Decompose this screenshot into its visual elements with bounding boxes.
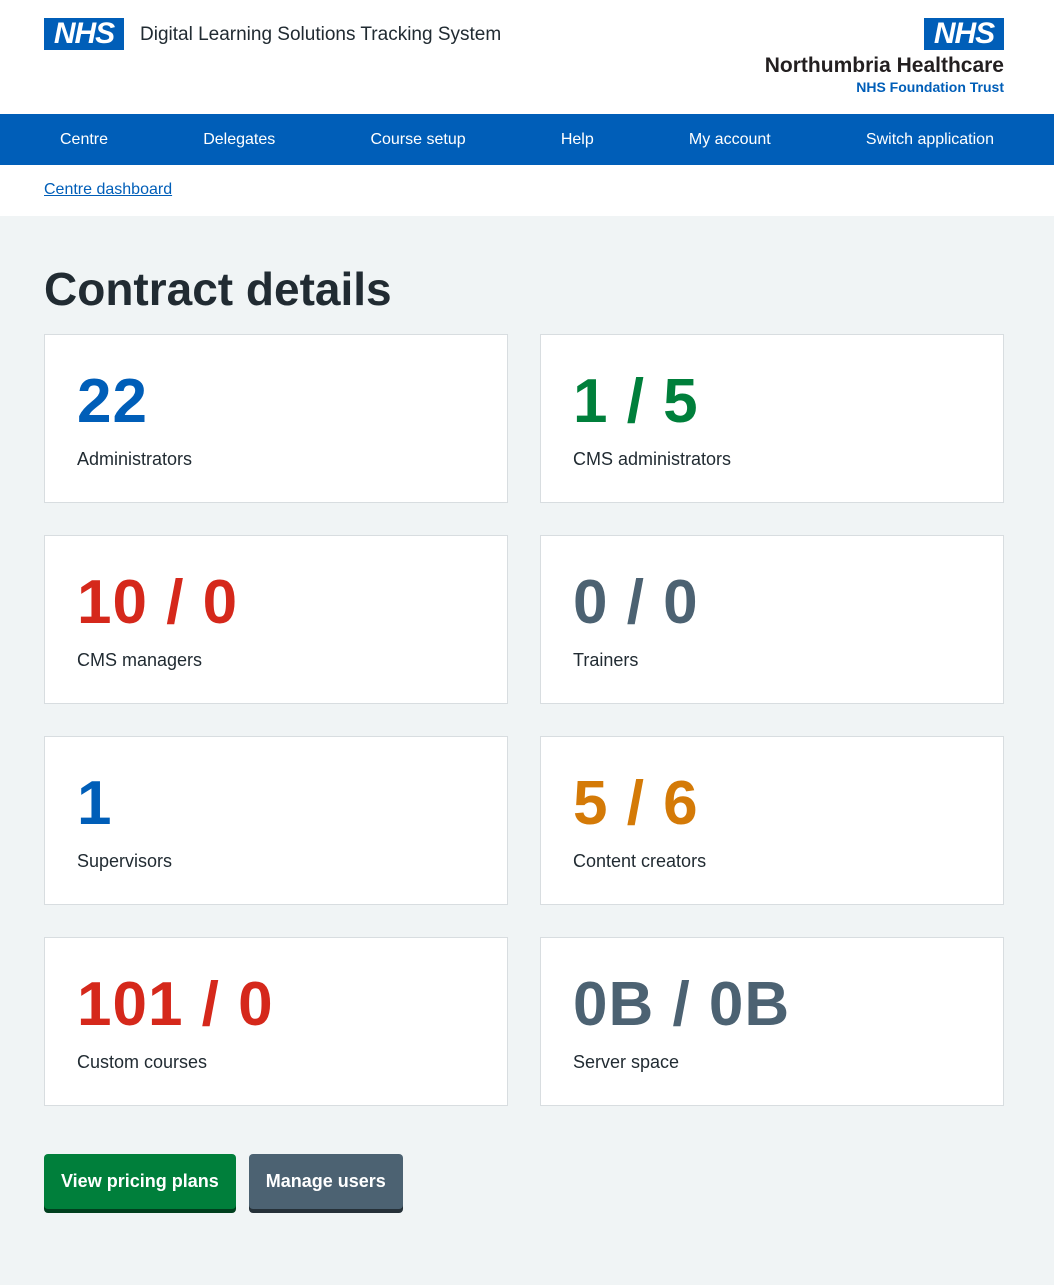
manage-users-button[interactable]: Manage users (248, 1154, 403, 1209)
card-label: Server space (573, 1052, 680, 1072)
main-content: Contract details 22 Administrators 1 / 5… (0, 266, 1054, 1209)
card-label: CMS administrators (573, 449, 732, 469)
card-value: 101 / 0 (77, 970, 274, 1039)
card-cms-administrators: 1 / 5 CMS administrators (540, 334, 1004, 503)
card-value: 10 / 0 (77, 568, 239, 637)
card-label: Trainers (573, 650, 639, 670)
card-content-creators: 5 / 6 Content creators (540, 736, 1004, 905)
breadcrumb: Centre dashboard (0, 165, 1054, 216)
action-buttons: View pricing plans Manage users (44, 1154, 1010, 1209)
card-label: Supervisors (77, 851, 173, 871)
card-label: CMS managers (77, 650, 203, 670)
card-value: 1 (77, 769, 113, 838)
nav-item-course-setup[interactable]: Course setup (354, 131, 481, 149)
card-cms-managers: 10 / 0 CMS managers (44, 535, 508, 704)
nhs-logo[interactable]: NHS (44, 18, 124, 50)
card-supervisors: 1 Supervisors (44, 736, 508, 905)
view-pricing-plans-button[interactable]: View pricing plans (44, 1154, 236, 1209)
organisation-name: Northumbria Healthcare (764, 54, 1004, 77)
organisation-subtitle: NHS Foundation Trust (856, 79, 1004, 95)
nav-item-switch-application[interactable]: Switch application (850, 131, 1010, 149)
card-label: Custom courses (77, 1052, 208, 1072)
contract-cards-grid: 22 Administrators 1 / 5 CMS administrato… (44, 334, 1010, 1106)
organisation-logo: NHS Northumbria Healthcare NHS Foundatio… (765, 18, 1004, 95)
primary-navigation: Centre Delegates Course setup Help My ac… (0, 114, 1054, 165)
nav-item-help[interactable]: Help (545, 131, 610, 149)
card-value: 1 / 5 (573, 367, 699, 436)
nav-item-delegates[interactable]: Delegates (187, 131, 291, 149)
nav-item-centre[interactable]: Centre (44, 131, 124, 149)
card-value: 0B / 0B (573, 970, 791, 1039)
nav-item-my-account[interactable]: My account (673, 131, 787, 149)
card-administrators: 22 Administrators (44, 334, 508, 503)
card-value: 0 / 0 (573, 568, 699, 637)
card-label: Content creators (573, 851, 707, 871)
card-value: 22 (77, 367, 148, 436)
card-server-space: 0B / 0B Server space (540, 937, 1004, 1106)
site-header: NHS Digital Learning Solutions Tracking … (0, 0, 1054, 114)
page-title: Contract details (44, 263, 392, 315)
card-label: Administrators (77, 449, 193, 469)
app-title[interactable]: Digital Learning Solutions Tracking Syst… (140, 24, 501, 46)
card-value: 5 / 6 (573, 769, 699, 838)
breadcrumb-centre-dashboard-link[interactable]: Centre dashboard (44, 181, 172, 198)
card-trainers: 0 / 0 Trainers (540, 535, 1004, 704)
nhs-trust-logo: NHS (924, 18, 1004, 50)
card-custom-courses: 101 / 0 Custom courses (44, 937, 508, 1106)
